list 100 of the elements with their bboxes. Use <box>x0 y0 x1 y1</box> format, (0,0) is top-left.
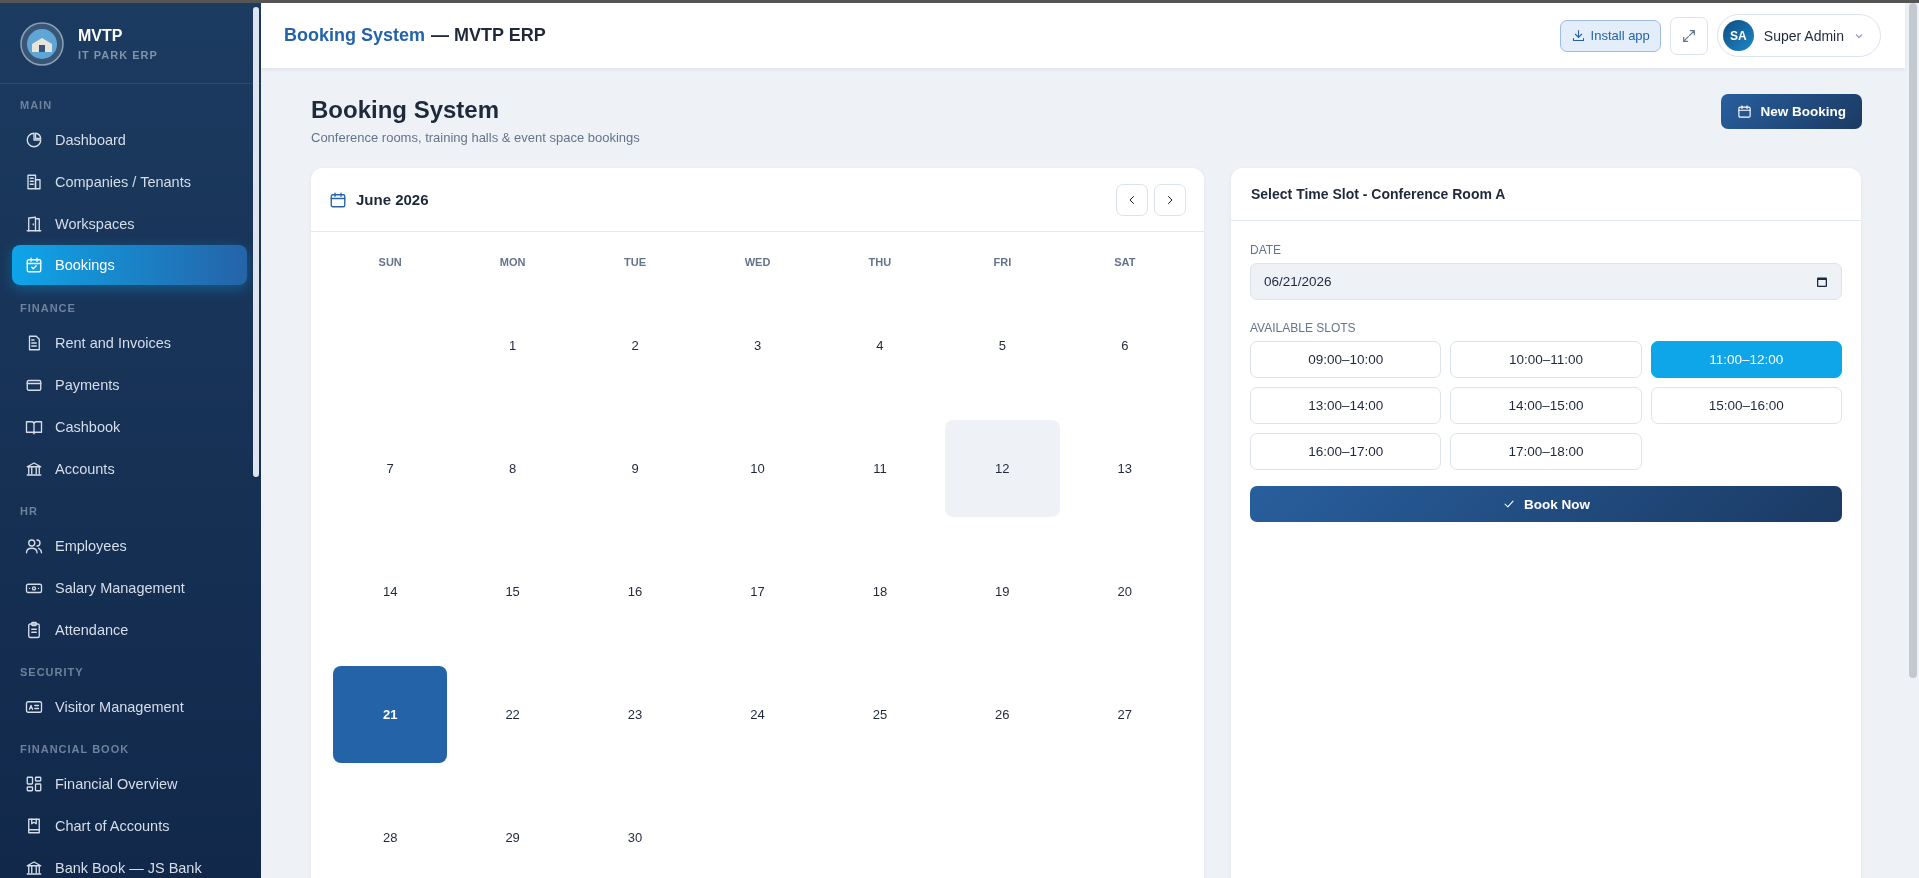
calendar-day[interactable]: 2 <box>577 297 693 394</box>
book-icon <box>25 418 43 436</box>
time-slot-button[interactable]: 17:00–18:00 <box>1450 433 1642 470</box>
sidebar-item[interactable]: Rent and Invoices <box>12 322 247 364</box>
calendar-day[interactable]: 13 <box>1067 420 1182 517</box>
calendar-day[interactable]: 6 <box>1067 297 1182 394</box>
sidebar-item[interactable]: Chart of Accounts <box>12 805 247 847</box>
weekday-label: THU <box>867 256 893 270</box>
time-slot-button[interactable]: 13:00–14:00 <box>1250 387 1442 424</box>
brand-name: MVTP <box>78 26 124 45</box>
sidebar-item[interactable]: Workspaces <box>12 203 247 245</box>
calendar-day[interactable]: 22 <box>455 666 570 763</box>
weekday-label: MON <box>498 256 527 270</box>
calendar-icon <box>329 190 347 209</box>
previous-month-button[interactable] <box>1116 183 1148 216</box>
weekday-label: FRI <box>992 256 1013 270</box>
time-slot-button[interactable]: 10:00–11:00 <box>1450 341 1642 378</box>
section-title: SECURITY <box>19 665 85 680</box>
calendar-day[interactable]: 29 <box>455 789 570 878</box>
calendar-day[interactable]: 8 <box>455 420 570 517</box>
section-title: MAIN <box>19 98 54 113</box>
building-icon <box>25 173 43 191</box>
calendar-day[interactable]: 4 <box>822 297 938 394</box>
sidebar-item[interactable]: Companies / Tenants <box>12 161 247 203</box>
weekday-label: SUN <box>377 256 403 270</box>
weekday-label: SAT <box>1113 256 1137 270</box>
sidebar-item[interactable]: Salary Management <box>12 567 247 609</box>
date-field[interactable]: 06/21/2026 <box>1250 263 1842 300</box>
section-title: FINANCE <box>19 301 77 316</box>
user-menu[interactable]: SA Super Admin <box>1716 14 1881 57</box>
expand-arrows-icon <box>1680 27 1697 44</box>
book-now-button[interactable]: Book Now <box>1250 486 1842 522</box>
time-slot-button[interactable]: 16:00–17:00 <box>1250 433 1442 470</box>
page-heading: Booking System <box>311 96 501 124</box>
calendar-day[interactable]: 21 <box>333 666 448 763</box>
calendar-day[interactable]: 30 <box>577 789 693 878</box>
calendar-day[interactable]: 11 <box>822 420 938 517</box>
field-label: DATE <box>1250 243 1283 257</box>
bookmark-book-icon <box>25 817 43 835</box>
sidebar-item[interactable]: Financial Overview <box>12 763 247 805</box>
calendar-day[interactable]: 17 <box>700 543 815 640</box>
section-title: FINANCIAL BOOK <box>19 742 131 757</box>
calendar-icon <box>1816 275 1828 288</box>
next-month-button[interactable] <box>1154 183 1186 216</box>
sidebar-item[interactable]: Employees <box>12 525 247 567</box>
logo-emblem <box>20 21 64 66</box>
calendar-check-icon <box>25 256 43 274</box>
calendar-day[interactable]: 12 <box>945 420 1060 517</box>
app-name: — MVTP ERP <box>431 25 546 46</box>
calendar-day[interactable]: 18 <box>822 543 938 640</box>
calendar-day[interactable]: 26 <box>945 666 1060 763</box>
calendar-day[interactable]: 14 <box>333 543 448 640</box>
clipboard-icon <box>25 621 43 639</box>
calendar-day[interactable]: 1 <box>455 297 570 394</box>
calendar-day[interactable]: 5 <box>945 297 1060 394</box>
scrollbar-thumb[interactable] <box>253 7 259 477</box>
weekday-label: WED <box>743 256 772 270</box>
time-slot-button[interactable]: 15:00–16:00 <box>1650 387 1842 424</box>
bank-icon <box>25 460 43 478</box>
sidebar-item[interactable]: Visitor Management <box>12 686 247 728</box>
new-booking-button[interactable]: New Booking <box>1721 94 1862 129</box>
sidebar-item[interactable]: Accounts <box>12 448 247 490</box>
section-title: HR <box>19 504 39 519</box>
page-subtitle: Conference rooms, training halls & event space bookings <box>311 130 640 145</box>
card-title: Select Time Slot - Conference Room A <box>1231 168 1861 221</box>
month-label: June 2026 <box>356 191 429 208</box>
calendar-day[interactable]: 28 <box>333 789 448 878</box>
scrollbar-thumb[interactable] <box>1909 3 1917 678</box>
sidebar-item[interactable]: Dashboard <box>12 119 247 161</box>
users-icon <box>25 537 43 555</box>
time-slot-button[interactable]: 14:00–15:00 <box>1450 387 1642 424</box>
layout-grid-icon <box>25 775 43 793</box>
time-slot-button[interactable]: 09:00–10:00 <box>1250 341 1442 378</box>
field-label: AVAILABLE SLOTS <box>1250 321 1357 335</box>
calendar-day[interactable]: 23 <box>577 666 693 763</box>
id-card-icon <box>25 698 43 716</box>
calendar-day[interactable]: 19 <box>945 543 1060 640</box>
calendar-day[interactable]: 9 <box>577 420 693 517</box>
calendar-icon <box>1737 104 1753 119</box>
calendar-day[interactable]: 16 <box>577 543 693 640</box>
calendar-day[interactable]: 24 <box>700 666 815 763</box>
sidebar-item[interactable]: Payments <box>12 364 247 406</box>
calendar-day[interactable]: 15 <box>455 543 570 640</box>
pie-chart-icon <box>25 131 43 149</box>
page-title: Booking System <box>284 25 426 46</box>
brand-subtitle: IT PARK ERP <box>78 48 158 61</box>
sidebar-item[interactable]: Cashbook <box>12 406 247 448</box>
calendar-day[interactable]: 7 <box>333 420 448 517</box>
calendar-day[interactable]: 27 <box>1067 666 1182 763</box>
calendar-day[interactable]: 25 <box>822 666 938 763</box>
calendar-day[interactable]: 3 <box>700 297 815 394</box>
user-name: Super Admin <box>1763 27 1844 44</box>
calendar-day[interactable]: 10 <box>700 420 815 517</box>
user-avatar: SA <box>1722 20 1754 51</box>
sidebar-item[interactable]: Bank Book — JS Bank <box>12 847 247 878</box>
fullscreen-button[interactable] <box>1669 16 1708 55</box>
install-app-button[interactable]: Install app <box>1559 19 1661 52</box>
sidebar-item[interactable]: Attendance <box>12 609 247 651</box>
weekday-label: TUE <box>623 256 648 270</box>
calendar-day[interactable]: 20 <box>1067 543 1182 640</box>
